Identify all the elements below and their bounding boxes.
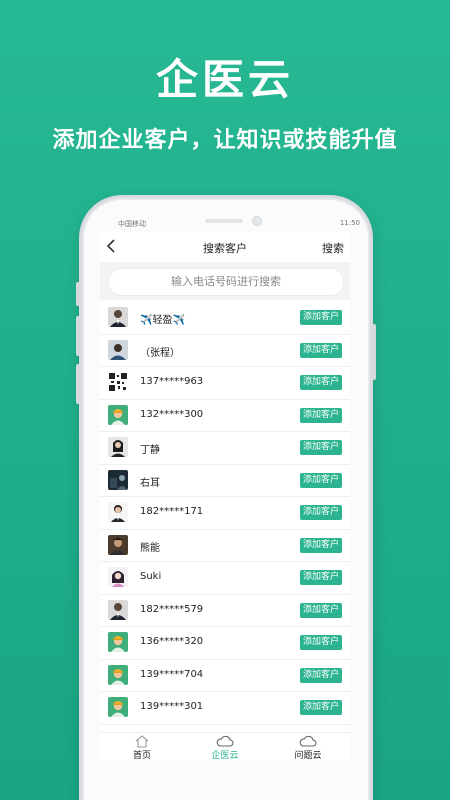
search-input[interactable]: 输入电话号码进行搜索 — [108, 268, 344, 296]
contact-row[interactable]: 132*****300 添加客户 — [100, 399, 350, 432]
avatar — [108, 404, 128, 425]
contact-name: 熊能 — [140, 542, 160, 554]
add-customer-button[interactable]: 添加客户 — [300, 667, 342, 683]
contact-name: （张程） — [140, 347, 180, 359]
contact-name: 182*****579 — [140, 603, 204, 615]
add-customer-button[interactable]: 添加客户 — [300, 700, 342, 715]
nav-bar: 搜索客户 搜索 — [100, 232, 350, 262]
phone-volume-button — [76, 282, 80, 306]
contact-name: ✈️轻盈✈️ — [140, 315, 185, 326]
tab-home[interactable]: 首页 — [112, 733, 172, 760]
cloud-icon — [278, 734, 338, 748]
tab-wentiyun[interactable]: 问题云 — [278, 733, 338, 760]
tab-bar: 首页 企医云 问题云 — [100, 732, 350, 760]
tab-qiyiyun[interactable]: 企医云 — [195, 733, 255, 760]
contact-row[interactable]: 139*****704 添加客户 — [100, 659, 350, 692]
add-customer-button[interactable]: 添加客户 — [300, 342, 342, 358]
contact-row[interactable]: 丁静 添加客户 — [100, 432, 350, 465]
avatar — [108, 697, 128, 717]
carrier-label: 中国移动 — [118, 220, 146, 228]
phone-frame: 中国移动 11:50 搜索客户 搜索 输入电话号码进行搜索 ✈️轻盈✈️ 添加客户… — [76, 200, 376, 800]
promo-headline: 企医云 — [155, 55, 294, 104]
status-bar: 中国移动 11:50 — [116, 219, 364, 229]
contact-row[interactable]: 136*****320 添加客户 — [100, 627, 350, 660]
avatar — [108, 599, 128, 620]
cloud-icon — [195, 734, 255, 748]
tab-label: 首页 — [132, 751, 151, 760]
app-screen: 搜索客户 搜索 输入电话号码进行搜索 ✈️轻盈✈️ 添加客户 （张程） 添加客户 137… — [100, 232, 350, 760]
contact-row[interactable]: 右耳 添加客户 — [100, 464, 350, 497]
avatar — [108, 664, 128, 685]
contact-row[interactable]: 熊能 添加客户 — [100, 529, 350, 562]
add-customer-button[interactable]: 添加客户 — [300, 407, 342, 423]
contact-name: Suki — [140, 571, 162, 582]
add-customer-button[interactable]: 添加客户 — [300, 505, 342, 520]
avatar — [108, 339, 128, 360]
page-title: 搜索客户 — [203, 242, 247, 255]
add-customer-button[interactable]: 添加客户 — [300, 472, 342, 488]
add-customer-button[interactable]: 添加客户 — [300, 570, 342, 585]
avatar — [108, 632, 128, 652]
contact-row[interactable]: 182*****171 添加客户 — [100, 497, 350, 530]
tab-label: 问题云 — [294, 751, 322, 760]
home-icon — [112, 734, 172, 748]
contact-row[interactable]: ✈️轻盈✈️ 添加客户 — [100, 302, 350, 335]
contact-name: 右耳 — [140, 477, 160, 489]
phone-power-button — [372, 324, 376, 380]
add-customer-button[interactable]: 添加客户 — [300, 440, 342, 455]
add-customer-button[interactable]: 添加客户 — [300, 375, 342, 390]
contact-list: ✈️轻盈✈️ 添加客户 （张程） 添加客户 137*****963 添加客户 132****… — [100, 302, 350, 725]
contact-name: 132*****300 — [140, 408, 204, 420]
contact-name: 182*****171 — [140, 506, 204, 517]
tab-label: 企医云 — [211, 751, 239, 760]
avatar — [108, 372, 128, 392]
add-customer-button[interactable]: 添加客户 — [300, 602, 342, 618]
promo-subline: 添加企业客户，让知识或技能升值 — [52, 128, 398, 153]
contact-name: 139*****704 — [140, 668, 204, 680]
contact-row[interactable]: （张程） 添加客户 — [100, 334, 350, 367]
search-button[interactable]: 搜索 — [322, 240, 344, 256]
avatar — [108, 567, 128, 587]
contact-row[interactable]: 137*****963 添加客户 — [100, 367, 350, 400]
phone-volume-button — [76, 364, 80, 404]
contact-row[interactable]: Suki 添加客户 — [100, 562, 350, 595]
contact-row[interactable]: 182*****579 添加客户 — [100, 594, 350, 627]
search-bar: 输入电话号码进行搜索 — [100, 262, 350, 300]
contact-name: 139*****301 — [140, 701, 204, 712]
contact-name: 丁静 — [140, 445, 160, 456]
avatar — [108, 534, 128, 555]
contact-name: 137*****963 — [140, 376, 204, 387]
contact-name: 136*****320 — [140, 636, 204, 647]
phone-volume-button — [76, 316, 80, 356]
avatar — [108, 469, 128, 490]
avatar — [108, 307, 128, 327]
contact-row[interactable]: 139*****301 添加客户 — [100, 692, 350, 725]
add-customer-button[interactable]: 添加客户 — [300, 635, 342, 650]
avatar — [108, 437, 128, 457]
add-customer-button[interactable]: 添加客户 — [300, 310, 342, 325]
status-time: 11:50 — [339, 219, 360, 227]
add-customer-button[interactable]: 添加客户 — [300, 537, 342, 553]
avatar — [108, 502, 128, 522]
